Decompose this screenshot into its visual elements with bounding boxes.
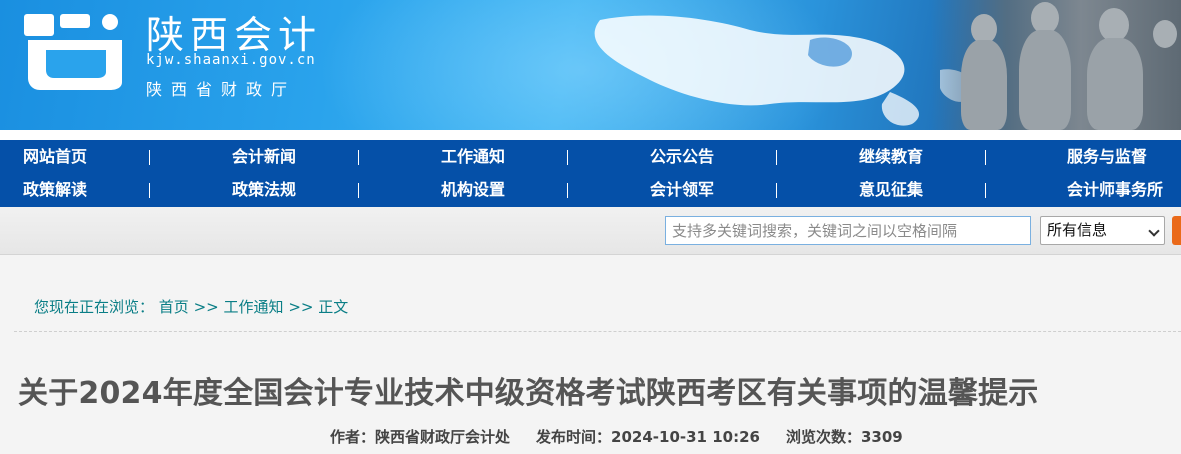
- kjw-logo-icon: [24, 14, 122, 90]
- search-input[interactable]: [665, 216, 1031, 245]
- nav-item-public-consultation[interactable]: 意见征集: [859, 175, 923, 205]
- nav-divider: [985, 183, 986, 198]
- nav-item-accounting-firms[interactable]: 会计师事务所: [1067, 175, 1163, 205]
- nav-divider: [149, 183, 150, 198]
- nav-divider: [567, 150, 568, 165]
- chevron-down-icon: [1148, 225, 1160, 237]
- main-nav: 网站首页 会计新闻 工作通知 公示公告 继续教育 服务与监督 政策解读 政策法规…: [0, 140, 1181, 207]
- nav-divider: [776, 183, 777, 198]
- nav-divider: [776, 150, 777, 165]
- dashed-divider: [14, 331, 1181, 332]
- article-meta: 作者：陕西省财政厅会计处 发布时间：2024-10-31 10:26 浏览次数：33…: [330, 426, 903, 447]
- nav-top-band: [0, 130, 1181, 140]
- search-button[interactable]: [1172, 216, 1181, 245]
- site-name: 陕西会计: [146, 13, 323, 57]
- breadcrumb-current: 正文: [318, 298, 349, 316]
- site-domain: kjw.shaanxi.gov.cn: [146, 52, 316, 68]
- nav-item-continuing-education[interactable]: 继续教育: [859, 142, 923, 172]
- search-scope-value: 所有信息: [1047, 221, 1108, 239]
- nav-item-policy-interpretation[interactable]: 政策解读: [23, 175, 87, 205]
- breadcrumb-home-link[interactable]: 首页: [159, 298, 189, 316]
- nav-item-home[interactable]: 网站首页: [23, 142, 87, 172]
- nav-item-work-notices[interactable]: 工作通知: [441, 142, 505, 172]
- nav-divider: [985, 150, 986, 165]
- breadcrumb: 您现在正在浏览： 首页 >> 工作通知 >> 正文: [34, 296, 348, 317]
- nav-row-1: 网站首页 会计新闻 工作通知 公示公告 继续教育 服务与监督: [0, 142, 1181, 172]
- nav-divider: [358, 183, 359, 198]
- views-label: 浏览次数：: [785, 428, 861, 446]
- site-organization: 陕西省财政厅: [146, 80, 297, 99]
- breadcrumb-separator: >>: [288, 298, 314, 316]
- nav-item-service-supervision[interactable]: 服务与监督: [1067, 142, 1147, 172]
- search-scope-select[interactable]: 所有信息: [1040, 216, 1165, 245]
- nav-item-organization[interactable]: 机构设置: [441, 175, 505, 205]
- nav-divider: [567, 183, 568, 198]
- nav-item-announcements[interactable]: 公示公告: [650, 142, 714, 172]
- nav-row-2: 政策解读 政策法规 机构设置 会计领军 意见征集 会计师事务所: [0, 175, 1181, 205]
- terracotta-warriors-graphic: [931, 0, 1181, 130]
- author-label: 作者：: [330, 428, 376, 446]
- author-value: 陕西省财政厅会计处: [375, 428, 511, 446]
- nav-item-accounting-leaders[interactable]: 会计领军: [650, 175, 714, 205]
- site-banner: 陕西会计 kjw.shaanxi.gov.cn 陕西省财政厅: [0, 0, 1181, 130]
- search-bar: 所有信息: [0, 207, 1181, 255]
- nav-item-policies-regulations[interactable]: 政策法规: [232, 175, 296, 205]
- breadcrumb-section-link[interactable]: 工作通知: [224, 298, 284, 316]
- published-value: 2024-10-31 10:26: [611, 428, 760, 446]
- nav-item-accounting-news[interactable]: 会计新闻: [232, 142, 296, 172]
- article-title: 关于2024年度全国会计专业技术中级资格考试陕西考区有关事项的温馨提示: [18, 376, 1039, 411]
- published-label: 发布时间：: [536, 428, 612, 446]
- nav-divider: [358, 150, 359, 165]
- nav-divider: [149, 150, 150, 165]
- views-value: 3309: [860, 428, 903, 446]
- breadcrumb-separator: >>: [193, 298, 219, 316]
- breadcrumb-prefix: 您现在正在浏览：: [34, 298, 155, 316]
